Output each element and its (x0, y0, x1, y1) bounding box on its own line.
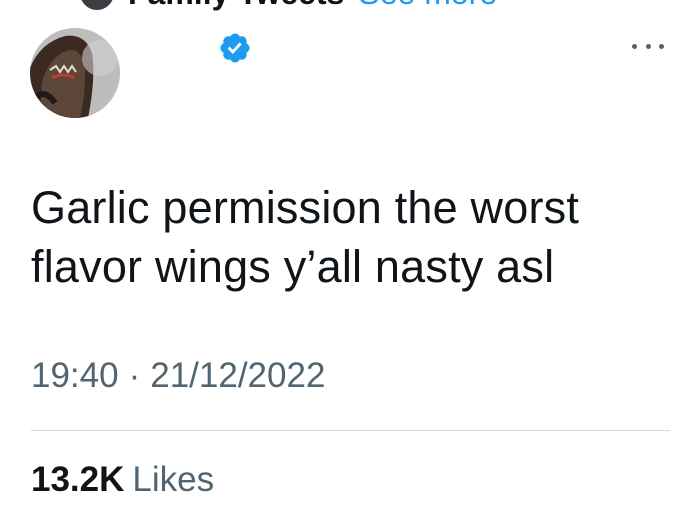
tweet-text: Garlic permission the worst flavor wings… (31, 178, 681, 296)
more-horizontal-icon (632, 43, 637, 49)
context-name[interactable]: Family Tweets (128, 0, 344, 12)
tweet-time: 19:40 (31, 356, 119, 395)
likes-count: 13.2K (31, 460, 125, 499)
divider (31, 430, 670, 431)
likes-stat[interactable]: 13.2K Likes (31, 460, 214, 500)
context-icon (80, 0, 114, 10)
more-dot (659, 43, 664, 49)
more-dot (645, 43, 651, 49)
avatar[interactable] (30, 28, 120, 118)
tweet-timestamp[interactable]: 19:40 · 21/12/2022 (31, 356, 325, 396)
tweet-date: 21/12/2022 (150, 356, 326, 395)
avatar-image (30, 28, 120, 118)
social-context-row: Family Tweets See more (70, 0, 497, 11)
tweet-text-line-2: flavor wings y’all nasty asl (31, 241, 555, 292)
verified-badge-icon (220, 33, 250, 63)
timestamp-separator: · (128, 356, 141, 395)
see-more-link[interactable]: See more (358, 0, 497, 12)
more-options-button[interactable] (632, 34, 664, 58)
likes-label: Likes (132, 460, 215, 499)
tweet-text-line-1: Garlic permission the worst (31, 182, 580, 233)
